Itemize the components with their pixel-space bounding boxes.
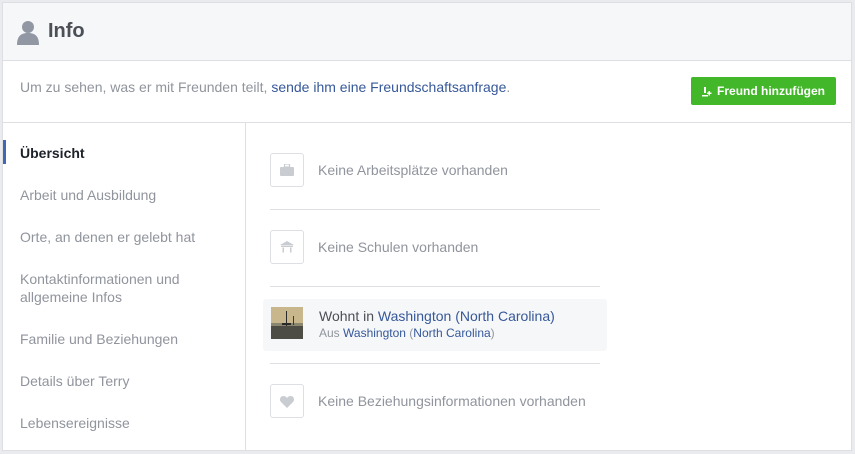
- page-title: Info: [48, 20, 85, 42]
- sidebar-item-contact-info[interactable]: Kontaktinformationen und allgemeine Info…: [20, 270, 220, 306]
- sidebar-item-details[interactable]: Details über Terry: [20, 372, 220, 390]
- heart-icon-box: [270, 384, 304, 418]
- lives-in-text: Wohnt in Washington (North Carolina): [319, 308, 555, 324]
- add-friend-icon: [702, 86, 712, 96]
- friend-request-notice: Um zu sehen, was er mit Freunden teilt, …: [3, 61, 851, 123]
- hometown-paren-close: ): [490, 326, 495, 340]
- notice-text-after: .: [506, 79, 511, 95]
- current-city-link[interactable]: Washington (North Carolina): [378, 308, 555, 324]
- school-icon: [280, 241, 294, 253]
- lives-in-prefix: Wohnt in: [319, 308, 378, 324]
- work-row: Keine Arbeitsplätze vorhanden: [270, 153, 600, 193]
- notice-text: Um zu sehen, was er mit Freunden teilt, …: [20, 79, 510, 95]
- active-indicator: [3, 140, 6, 164]
- person-icon: [17, 21, 39, 45]
- hometown-state-link[interactable]: North Carolina: [413, 326, 490, 340]
- sidebar-item-overview[interactable]: Übersicht: [20, 144, 220, 162]
- sidebar-item-family-relationships[interactable]: Familie und Beziehungen: [20, 330, 220, 348]
- school-row: Keine Schulen vorhanden: [270, 230, 600, 270]
- sidebar-item-places-lived[interactable]: Orte, an denen er gelebt hat: [20, 228, 220, 246]
- hometown-text: Aus Washington (North Carolina): [319, 326, 495, 340]
- briefcase-icon-box: [270, 153, 304, 187]
- briefcase-icon: [280, 164, 294, 176]
- sidebar-item-work-education[interactable]: Arbeit und Ausbildung: [20, 186, 220, 204]
- residence-row: Wohnt in Washington (North Carolina) Aus…: [263, 299, 607, 351]
- info-card: Info Um zu sehen, was er mit Freunden te…: [2, 2, 852, 451]
- add-friend-button[interactable]: Freund hinzufügen: [691, 77, 836, 105]
- relationship-row: Keine Beziehungsinformationen vorhanden: [270, 384, 600, 424]
- divider: [270, 209, 600, 210]
- divider: [270, 363, 600, 364]
- school-icon-box: [270, 230, 304, 264]
- school-label: Keine Schulen vorhanden: [318, 239, 479, 255]
- relationship-label: Keine Beziehungsinformationen vorhanden: [318, 393, 586, 409]
- info-header: Info: [3, 3, 851, 61]
- divider: [270, 286, 600, 287]
- city-thumbnail[interactable]: [271, 307, 303, 339]
- friend-request-link[interactable]: sende ihm eine Freundschaftsanfrage: [271, 79, 506, 95]
- work-label: Keine Arbeitsplätze vorhanden: [318, 162, 508, 178]
- heart-icon: [280, 395, 294, 408]
- sidebar-item-life-events[interactable]: Lebensereignisse: [20, 414, 220, 432]
- hometown-prefix: Aus: [319, 326, 344, 340]
- add-friend-label: Freund hinzufügen: [717, 84, 825, 98]
- hometown-city-link[interactable]: Washington: [343, 326, 406, 340]
- notice-text-before: Um zu sehen, was er mit Freunden teilt,: [20, 79, 272, 95]
- about-sidebar: Übersicht Arbeit und Ausbildung Orte, an…: [3, 123, 246, 450]
